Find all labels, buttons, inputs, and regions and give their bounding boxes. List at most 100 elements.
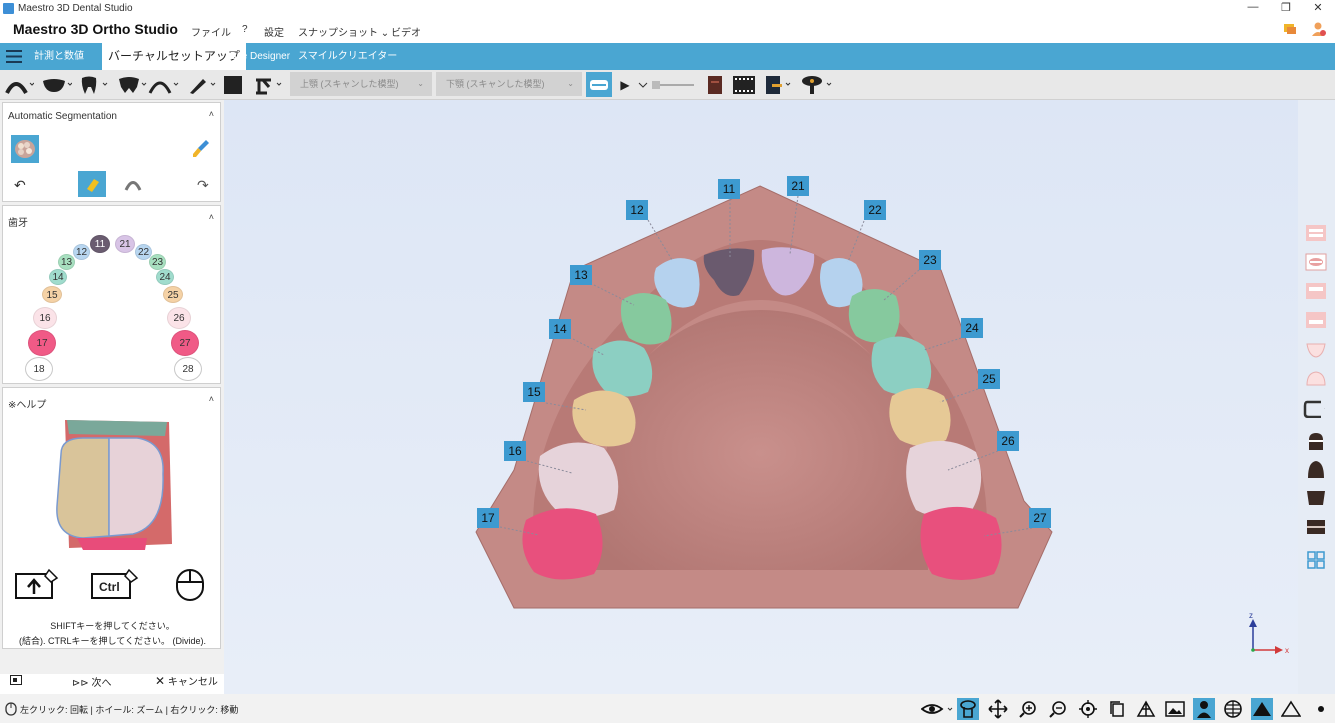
close-button[interactable]: ✕ (1303, 1, 1333, 16)
premolar-icon[interactable] (1305, 458, 1327, 478)
tooth-label-25[interactable]: 25 (978, 369, 1000, 389)
tooth-27[interactable]: 27 (171, 330, 199, 356)
menu-settings[interactable]: 設定 (264, 24, 284, 39)
tooth-15[interactable]: 15 (42, 286, 62, 303)
segmentation-collapse-button[interactable]: ˄ (209, 109, 214, 119)
arch-tool[interactable] (2, 73, 36, 96)
brush-icon[interactable] (192, 139, 210, 159)
tooth-label-11[interactable]: 11 (718, 179, 740, 199)
eraser-button[interactable] (78, 171, 106, 197)
3d-viewport[interactable]: z x 11 21 12 22 13 23 14 24 15 25 16 26 … (224, 100, 1298, 694)
hamburger-icon[interactable] (6, 50, 22, 63)
chat-icon[interactable] (1283, 23, 1297, 36)
tooth-tool[interactable] (78, 73, 110, 96)
zoom-in-button[interactable] (1017, 698, 1039, 720)
tab-smile-creator[interactable]: スマイルクリエイター (292, 43, 403, 70)
tooth-18[interactable]: 18 (25, 357, 53, 381)
palate-view-icon[interactable] (1305, 368, 1327, 388)
tooth-24[interactable]: 24 (156, 269, 174, 285)
tab-measurement[interactable]: 計測と数値 (28, 43, 90, 70)
tooth-16[interactable]: 16 (33, 307, 57, 329)
tooth-label-26[interactable]: 26 (997, 431, 1019, 451)
rotate-mode-button[interactable] (957, 698, 979, 720)
base-block-icon[interactable] (1305, 516, 1327, 536)
undo-button[interactable]: ↶ (14, 177, 26, 194)
tooth-28[interactable]: 28 (174, 357, 202, 381)
animation-slider[interactable] (652, 81, 694, 89)
tooth-21[interactable]: 21 (115, 235, 135, 253)
molar-icon[interactable] (1305, 487, 1327, 507)
tooth-label-14[interactable]: 14 (549, 319, 571, 339)
lower-arch-view-icon[interactable] (1305, 310, 1327, 330)
redo-button[interactable]: ↷ (197, 177, 209, 194)
smile-view-icon[interactable] (1305, 252, 1327, 272)
export-tool[interactable] (762, 73, 794, 96)
occlusal-view-icon[interactable] (1305, 340, 1327, 360)
restore-button[interactable]: ❐ (1271, 1, 1301, 16)
upper-arch-view-icon[interactable] (1305, 281, 1327, 301)
tooth-14[interactable]: 14 (49, 269, 67, 285)
point-button[interactable] (1310, 698, 1332, 720)
grid-layout-icon[interactable] (1305, 549, 1327, 569)
crown-tool[interactable] (116, 73, 148, 96)
tooth-label-12[interactable]: 12 (626, 200, 648, 220)
visibility-button[interactable] (920, 698, 956, 720)
tooth-26[interactable]: 26 (167, 307, 191, 329)
panel-toggle-icon[interactable] (10, 675, 22, 685)
tooth-label-13[interactable]: 13 (570, 265, 592, 285)
menu-help[interactable]: ? (242, 24, 248, 35)
report-tool[interactable] (704, 73, 726, 96)
curve-tool[interactable] (146, 73, 180, 96)
slider-handle[interactable] (652, 81, 660, 89)
pan-mode-button[interactable] (987, 698, 1009, 720)
menu-video[interactable]: ビデオ (391, 24, 421, 39)
play-button[interactable]: ▶ (618, 73, 650, 96)
cancel-button[interactable]: ✕ キャンセル (155, 673, 218, 688)
zoom-out-button[interactable] (1047, 698, 1069, 720)
tooth-label-16[interactable]: 16 (504, 441, 526, 461)
grid-toggle-button[interactable] (1222, 698, 1244, 720)
model-base-icon[interactable] (1303, 398, 1325, 418)
minimize-button[interactable]: — (1238, 1, 1268, 16)
square-tool[interactable] (222, 73, 244, 96)
next-button[interactable]: ⊳⊳ 次へ (72, 674, 112, 689)
solid-shape-button[interactable] (1251, 698, 1273, 720)
help-collapse-button[interactable]: ˄ (209, 394, 214, 404)
outline-shape-button[interactable] (1280, 698, 1302, 720)
front-view-icon[interactable] (1305, 223, 1327, 243)
tooth-23[interactable]: 23 (149, 254, 166, 270)
pen-tool[interactable] (186, 73, 218, 96)
tooth-label-15[interactable]: 15 (523, 382, 545, 402)
tab-bite-designer[interactable]: Bite Designer (224, 43, 296, 70)
user-icon[interactable] (1312, 22, 1326, 37)
arch-icon[interactable] (124, 177, 142, 191)
tooth-label-22[interactable]: 22 (864, 200, 886, 220)
tooth-label-21[interactable]: 21 (787, 176, 809, 196)
menu-snapshot[interactable]: スナップショット ⌄ (298, 24, 389, 39)
center-view-button[interactable] (1077, 698, 1099, 720)
upper-jaw-select[interactable]: 上顎 (スキャンした模型) ⌄ (290, 72, 432, 96)
tooth-label-24[interactable]: 24 (961, 318, 983, 338)
tooth-label-17[interactable]: 17 (477, 508, 499, 528)
copy-view-button[interactable] (1106, 698, 1128, 720)
mesh-view-button[interactable] (1135, 698, 1157, 720)
tooth-17[interactable]: 17 (28, 330, 56, 356)
tooth-label-23[interactable]: 23 (919, 250, 941, 270)
tooth-12[interactable]: 12 (73, 244, 90, 260)
tooth-label-27[interactable]: 27 (1029, 508, 1051, 528)
incisor-icon[interactable] (1305, 430, 1327, 450)
patient-view-button[interactable] (1193, 698, 1215, 720)
jaw-tool[interactable] (40, 73, 74, 96)
menu-file[interactable]: ファイル (191, 24, 231, 39)
tree-tool[interactable] (800, 73, 834, 96)
tooth-25[interactable]: 25 (163, 286, 183, 303)
dental-arch-model[interactable]: z x (224, 100, 1298, 694)
view-toggle-button[interactable] (586, 72, 612, 97)
segment-model-button[interactable] (11, 135, 39, 163)
articulator-tool[interactable] (252, 73, 284, 96)
tooth-11[interactable]: 11 (90, 235, 110, 253)
tooth-13[interactable]: 13 (58, 254, 75, 270)
film-tool[interactable] (732, 73, 756, 96)
lower-jaw-select[interactable]: 下顎 (スキャンした模型) ⌄ (436, 72, 582, 96)
image-button[interactable] (1164, 698, 1186, 720)
